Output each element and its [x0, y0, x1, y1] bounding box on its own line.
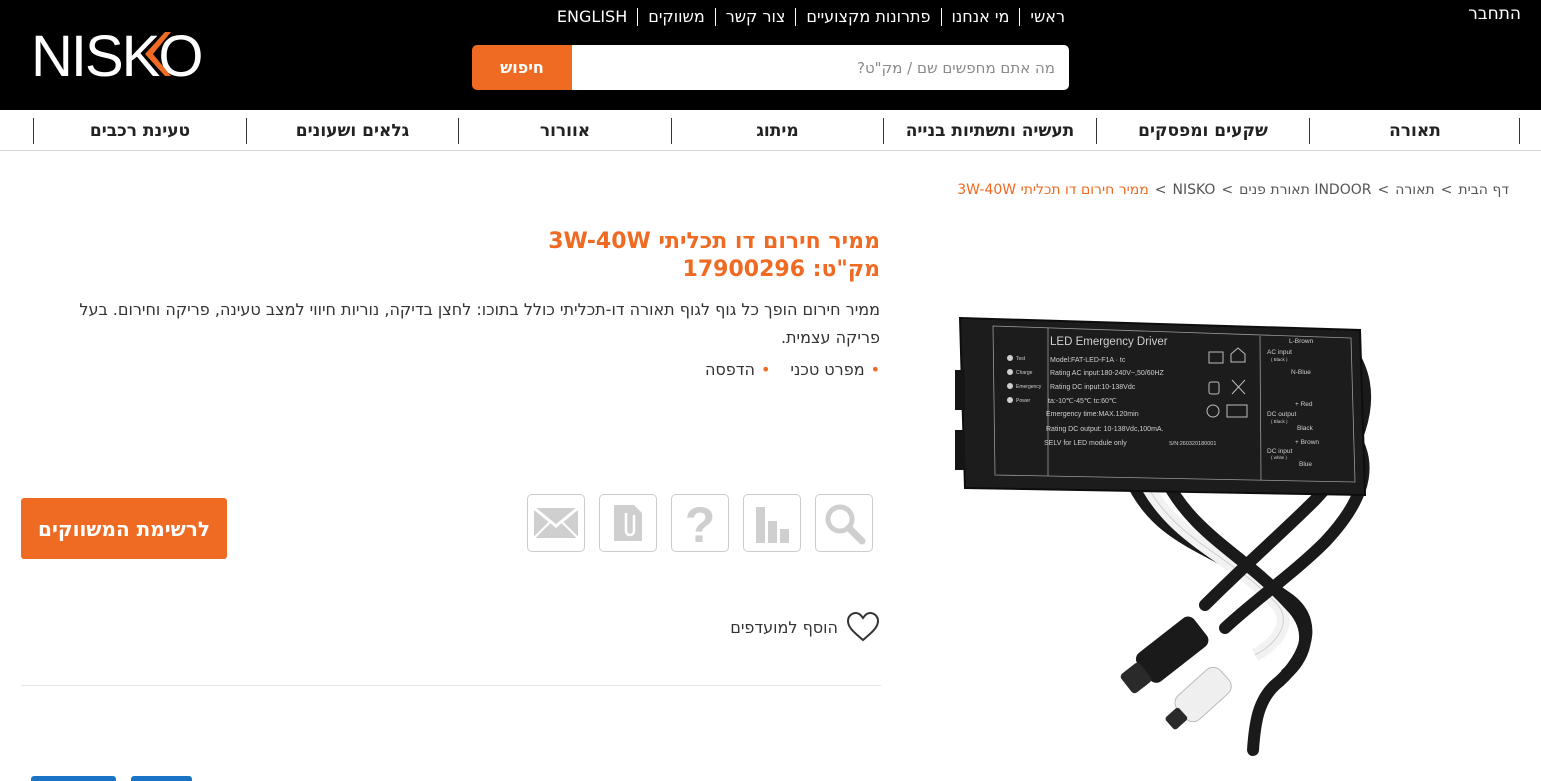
svg-text:Blue: Blue	[1299, 461, 1312, 468]
svg-text:Black: Black	[1297, 425, 1314, 432]
nav-divider	[1519, 118, 1520, 144]
add-to-favorites[interactable]: הוסף למועדפים	[730, 612, 880, 642]
svg-text:N-Blue: N-Blue	[1291, 369, 1311, 376]
svg-text:DC output: DC output	[1267, 411, 1296, 418]
product-title: ממיר חירום דו תכליתי 3W-40W	[548, 229, 880, 254]
login-link[interactable]: התחבר	[1468, 4, 1521, 24]
product-sku: מק"ט: 17900296	[682, 257, 880, 282]
svg-text:SELV for LED module only: SELV for LED module only	[1044, 440, 1127, 447]
svg-text:+ Red: + Red	[1295, 401, 1313, 408]
svg-text:Model:FAT-LED-F1A · tc: Model:FAT-LED-F1A · tc	[1050, 357, 1126, 364]
category-industry[interactable]: תעשיה ותשתיות בנייה	[883, 118, 1096, 144]
svg-text:( Black ): ( Black )	[1271, 357, 1288, 362]
chart-icon[interactable]	[743, 494, 801, 552]
top-nav: ראשי מי אנחנו פתרונות מקצועיים צור קשר מ…	[495, 6, 1075, 28]
svg-text:Rating AC input:180-240V~,50/6: Rating AC input:180-240V~,50/60HZ	[1050, 370, 1165, 377]
top-nav-solutions[interactable]: פתרונות מקצועיים	[796, 8, 940, 26]
like-button-partial[interactable]	[131, 776, 192, 781]
breadcrumb-nisko[interactable]: NISKO	[1172, 182, 1215, 198]
divider	[21, 685, 881, 686]
search-input[interactable]: מה אתם מחפשים שם / מק"ט?	[572, 45, 1069, 90]
mail-icon[interactable]	[527, 494, 585, 552]
top-nav-dealers[interactable]: משווקים	[638, 8, 714, 26]
dealers-list-button[interactable]: לרשימת המשווקים	[21, 498, 227, 559]
product-action-icons: ?	[527, 494, 873, 552]
svg-text:L-Brown: L-Brown	[1289, 338, 1314, 345]
header-bar: NISKO התחבר ראשי מי אנחנו פתרונות מקצועי…	[0, 0, 1541, 110]
svg-text:LED Emergency Driver: LED Emergency Driver	[1050, 336, 1168, 348]
category-switching[interactable]: מיתוג	[671, 118, 883, 144]
product-description: ממיר חירום הופך כל גוף לגוף תאורה דו-תכל…	[79, 300, 880, 347]
svg-text:AC input: AC input	[1267, 349, 1292, 356]
breadcrumb-home[interactable]: דף הבית	[1458, 182, 1509, 198]
category-lighting[interactable]: תאורה	[1309, 118, 1520, 144]
svg-text:+ Brown: + Brown	[1295, 439, 1319, 446]
logo-text: NISKO	[31, 26, 202, 82]
category-detectors-timers[interactable]: גלאים ושעונים	[246, 118, 458, 144]
print-link[interactable]: הדפסה	[705, 360, 770, 379]
svg-text:ta:-10℃-45℃ tc:60℃: ta:-10℃-45℃ tc:60℃	[1048, 398, 1117, 405]
svg-text:( Black ): ( Black )	[1271, 419, 1288, 424]
breadcrumb: דף הבית > תאורה > INDOOR תאורת פנים > NI…	[957, 182, 1509, 198]
svg-text:DC input: DC input	[1267, 448, 1292, 455]
product-image: LED Emergency Driver Model:FAT-LED-F1A ·…	[955, 316, 1372, 756]
svg-text:Test: Test	[1016, 356, 1026, 362]
nisko-logo[interactable]: NISKO	[31, 26, 221, 82]
product-title-block: ממיר חירום דו תכליתי 3W-40W מק"ט: 179002…	[548, 228, 880, 284]
document-icon[interactable]	[599, 494, 657, 552]
spec-sheet-link[interactable]: מפרט טכני	[790, 360, 880, 379]
category-nav: תאורה שקעים ומפסקים תעשיה ותשתיות בנייה …	[0, 110, 1541, 151]
category-ev-charging[interactable]: טעינת רכבים	[33, 118, 246, 144]
top-nav-home[interactable]: ראשי	[1020, 8, 1075, 26]
top-nav-about[interactable]: מי אנחנו	[942, 8, 1020, 26]
svg-text:Rating DC output: 10-138Vdc,10: Rating DC output: 10-138Vdc,100mA.	[1046, 426, 1164, 433]
breadcrumb-lighting[interactable]: תאורה	[1395, 182, 1434, 198]
svg-text:( white ): ( white )	[1271, 455, 1288, 460]
svg-text:?: ?	[685, 498, 716, 548]
search-button[interactable]: חיפוש	[472, 45, 572, 90]
svg-text:Power: Power	[1016, 398, 1031, 404]
svg-text:S/N:260320180001: S/N:260320180001	[1169, 441, 1216, 447]
top-nav-english[interactable]: ENGLISH	[547, 8, 637, 26]
svg-text:Emergency time:MAX.120min: Emergency time:MAX.120min	[1046, 411, 1139, 418]
svg-text:Rating DC input:10-138Vdc: Rating DC input:10-138Vdc	[1050, 384, 1136, 391]
svg-text:Charge: Charge	[1016, 370, 1033, 376]
search-bar: מה אתם מחפשים שם / מק"ט? חיפוש	[472, 45, 1069, 90]
share-button-partial[interactable]	[31, 776, 116, 781]
top-nav-contact[interactable]: צור קשר	[716, 8, 796, 26]
category-ventilation[interactable]: אוורור	[458, 118, 671, 144]
breadcrumb-indoor[interactable]: INDOOR תאורת פנים	[1239, 182, 1371, 198]
product-links: מפרט טכני הדפסה	[705, 360, 880, 379]
breadcrumb-current: ממיר חירום דו תכליתי 3W-40W	[957, 182, 1149, 198]
svg-text:Emergency: Emergency	[1016, 384, 1042, 390]
heart-icon	[846, 612, 880, 642]
favorites-label: הוסף למועדפים	[730, 617, 838, 637]
question-icon[interactable]: ?	[671, 494, 729, 552]
category-sockets-switches[interactable]: שקעים ומפסקים	[1096, 118, 1309, 144]
search-icon[interactable]	[815, 494, 873, 552]
